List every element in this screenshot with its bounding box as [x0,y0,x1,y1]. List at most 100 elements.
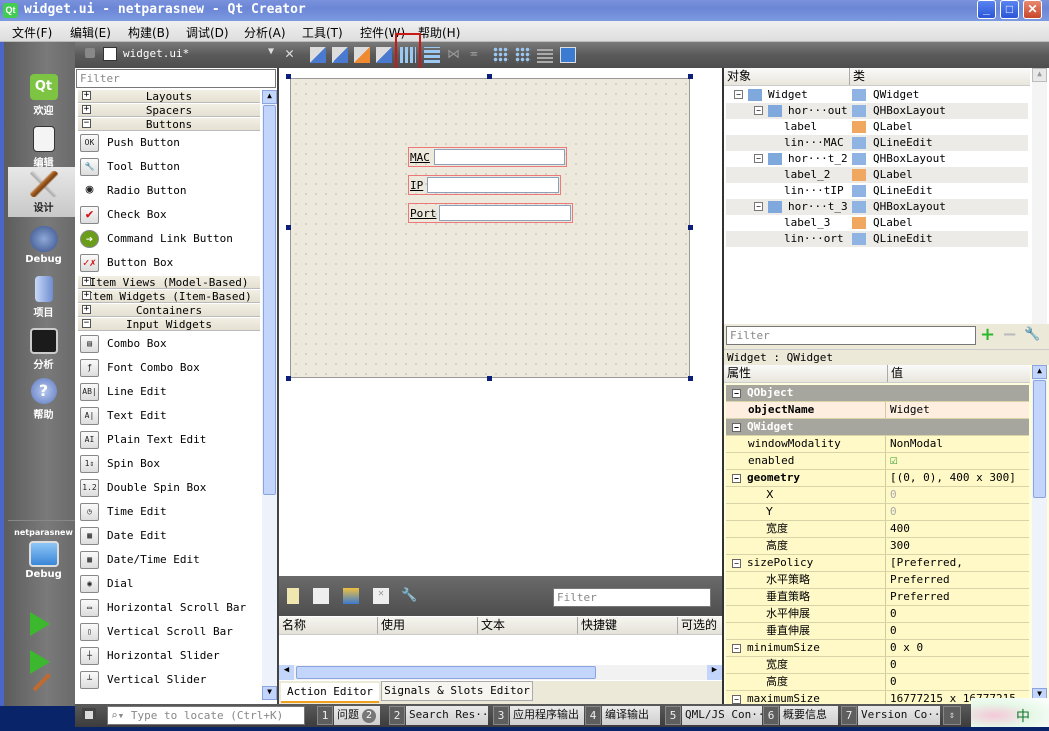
action-hscrollbar[interactable]: ◀ ▶ [279,665,722,680]
scroll-right-icon[interactable]: ▶ [707,665,722,680]
property-row[interactable]: X0 [726,487,1029,504]
widget-radio-button[interactable]: ◉ Radio Button [78,179,260,203]
remove-property-icon[interactable]: − [1002,324,1017,345]
file-dropdown-icon[interactable]: ▼ [268,46,274,57]
break-layout-icon[interactable] [537,47,553,63]
object-tree-row[interactable]: − hor···t_2 QHBoxLayout [726,151,1028,167]
property-row[interactable]: 垂直策略 Preferred [726,589,1029,606]
edit-buddies-icon[interactable] [354,47,370,63]
more-panes-icon[interactable]: ⇕ [943,706,961,725]
maximize-button[interactable]: □ [1000,0,1019,19]
configure-wrench-icon[interactable]: 🔧 [401,588,417,604]
column-used[interactable]: 使用 [377,617,405,634]
menu-tools[interactable]: 工具(T) [302,24,343,41]
layout-vertical-icon[interactable] [424,47,440,63]
menu-help[interactable]: 帮助(H) [418,24,460,41]
widget-double-spin-box[interactable]: 1.2 Double Spin Box [78,476,260,500]
property-row[interactable]: windowModality NonModal [726,436,1029,453]
output-pane-2[interactable]: 2 Search Res··· [389,706,488,725]
menu-file[interactable]: 文件(F) [12,24,52,41]
mode-analyze[interactable]: 分析 [8,324,79,374]
widget-filter-input[interactable]: Filter [76,69,276,88]
widget-text-edit[interactable]: A| Text Edit [78,404,260,428]
property-value[interactable]: 0 [890,606,897,622]
tab-signals-slots-editor[interactable]: Signals & Slots Editor [381,681,533,701]
adjust-size-icon[interactable] [560,47,576,63]
property-value[interactable]: 0 [890,674,897,690]
scroll-down-icon[interactable]: ▼ [262,686,277,700]
menu-edit[interactable]: 编辑(E) [70,24,111,41]
property-row[interactable]: 宽度 400 [726,521,1029,538]
form-widget[interactable]: MAC IP Port [290,78,690,378]
scroll-thumb[interactable] [1033,380,1046,498]
widget-vertical-scroll-bar[interactable]: ▯ Vertical Scroll Bar [78,620,260,644]
scroll-left-icon[interactable]: ◀ [279,665,294,680]
form-row-ip[interactable]: IP [408,175,561,195]
property-row[interactable]: − QObject [726,385,1029,402]
mode-debug[interactable]: Debug [8,222,79,272]
property-value[interactable]: Widget [890,402,930,418]
widget-vertical-slider[interactable]: ┴ Vertical Slider [78,668,260,692]
property-row[interactable]: 高度 0 [726,674,1029,691]
collapse-icon[interactable]: − [754,106,763,115]
resize-handle[interactable] [286,376,291,381]
property-value[interactable]: Preferred [890,572,950,588]
category-containers[interactable]: + Containers [78,304,260,317]
collapse-icon[interactable]: − [732,644,741,653]
enabled-checkbox[interactable]: ☑ [890,453,898,469]
object-tree-row[interactable]: lin···MAC QLineEdit [726,135,1028,151]
widget-horizontal-slider[interactable]: ┼ Horizontal Slider [78,644,260,668]
close-button[interactable]: ✕ [1023,0,1042,19]
property-row[interactable]: 水平伸展 0 [726,606,1029,623]
tab-action-editor[interactable]: Action Editor [281,683,379,703]
menu-build[interactable]: 构建(B) [128,24,170,41]
widget-spin-box[interactable]: 1⇕ Spin Box [78,452,260,476]
property-value[interactable]: 400 [890,521,910,537]
resize-handle[interactable] [688,74,693,79]
output-pane-5[interactable]: 5 QML/JS Con··· [665,706,762,725]
category-spacers[interactable]: + Spacers [78,104,260,117]
property-value[interactable]: Preferred [890,589,950,605]
property-filter-input[interactable]: Filter [726,326,976,345]
widget-line-edit[interactable]: AB| Line Edit [78,380,260,404]
object-tree-row[interactable]: label_2 QLabel [726,167,1028,183]
object-tree-row[interactable]: − Widget QWidget [726,87,1028,103]
scroll-thumb[interactable] [296,666,596,679]
property-row[interactable]: − QWidget [726,419,1029,436]
output-pane-7[interactable]: 7 Version Co··· [841,706,940,725]
run-icon[interactable] [30,612,50,636]
mac-line-edit[interactable] [434,149,565,165]
property-row[interactable]: − geometry [(0, 0), 400 x 300] [726,470,1029,487]
collapse-icon[interactable]: − [732,423,741,432]
scroll-up-icon[interactable]: ▲ [1032,365,1047,379]
close-document-icon[interactable]: ✕ [285,44,294,62]
menu-debug[interactable]: 调试(D) [186,24,229,41]
output-pane-4[interactable]: 4 编译输出 [585,706,660,725]
mode-welcome[interactable]: Qt 欢迎 [8,70,79,120]
property-row[interactable]: 垂直伸展 0 [726,623,1029,640]
widget-tool-button[interactable]: 🔧 Tool Button [78,155,260,179]
build-hammer-icon[interactable] [32,673,51,692]
property-row[interactable]: −sizePolicy[Preferred, Preferre··· [726,555,1029,585]
object-tree-row[interactable]: − hor···t_3 QHBoxLayout [726,199,1028,215]
property-value[interactable]: 0 [890,504,897,520]
collapse-icon[interactable]: − [734,90,743,99]
output-pane-3[interactable]: 3 应用程序输出 [493,706,584,725]
scroll-up-icon[interactable]: ▲ [262,90,277,104]
new-action-icon[interactable] [287,588,299,604]
property-value[interactable]: 0 [890,487,897,503]
mode-design[interactable]: 设计 [8,167,79,217]
property-value[interactable]: 0 [890,657,897,673]
widget-combo-box[interactable]: ▤ Combo Box [78,332,260,356]
scroll-thumb[interactable] [263,105,276,495]
toggle-sidebar-icon[interactable] [82,708,96,722]
property-row[interactable]: 宽度 0 [726,657,1029,674]
action-filter-input[interactable]: Filter [553,588,711,607]
property-scrollbar[interactable]: ▲ ▼ [1032,365,1047,702]
edit-widgets-icon[interactable] [310,47,326,63]
resize-handle[interactable] [487,376,492,381]
object-tree-row[interactable]: − hor···out QHBoxLayout [726,103,1028,119]
layout-form-icon[interactable] [493,47,509,63]
object-tree-row[interactable]: label_3 QLabel [726,215,1028,231]
property-row[interactable]: Y0 [726,504,1029,521]
